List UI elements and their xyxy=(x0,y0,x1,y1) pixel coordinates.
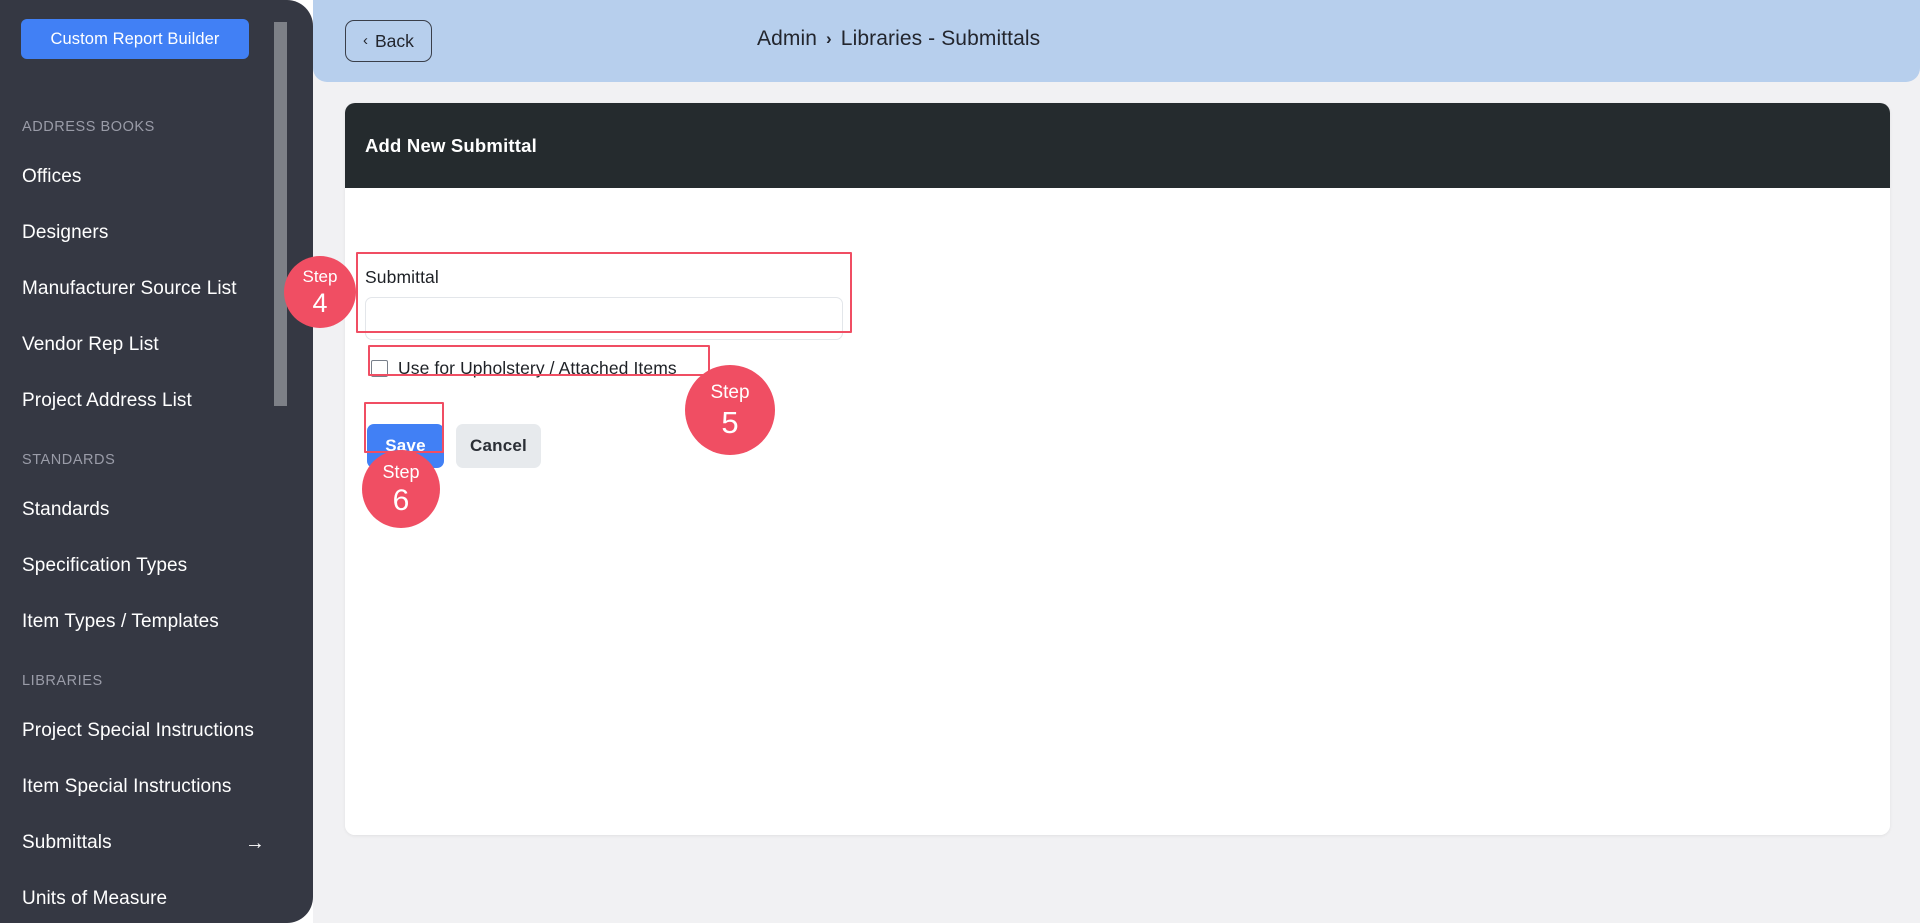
card-header: Add New Submittal xyxy=(345,103,1890,188)
sidebar-scrollbar-thumb[interactable] xyxy=(274,22,287,406)
sidebar-scrollbar-track[interactable] xyxy=(274,0,300,923)
sidebar-section-address-books: ADDRESS BOOKS xyxy=(22,119,155,135)
step-badge-word: Step xyxy=(382,461,420,482)
sidebar-item-vendor-rep-list[interactable]: Vendor Rep List xyxy=(0,317,313,373)
upholstery-checkbox-row[interactable]: Use for Upholstery / Attached Items xyxy=(365,354,683,382)
sidebar-nav: ADDRESS BOOKS Offices Designers Manufact… xyxy=(0,96,313,923)
sidebar-item-label: Submittals xyxy=(22,832,112,853)
sidebar-section-standards: STANDARDS xyxy=(22,452,116,468)
sidebar-item-submittals[interactable]: Submittals → xyxy=(0,815,313,871)
breadcrumb-root[interactable]: Admin xyxy=(757,27,817,51)
step-badge-word: Step xyxy=(302,266,338,286)
sidebar: Custom Report Builder ADDRESS BOOKS Offi… xyxy=(0,0,313,923)
back-button[interactable]: ‹ Back xyxy=(345,20,432,62)
sidebar-content: Custom Report Builder ADDRESS BOOKS Offi… xyxy=(0,0,313,923)
sidebar-item-label: Item Special Instructions xyxy=(22,776,232,797)
add-new-submittal-card: Add New Submittal Submittal Use for Upho… xyxy=(345,103,1890,835)
sidebar-item-project-address-list[interactable]: Project Address List xyxy=(0,373,313,429)
sidebar-item-project-special-instructions[interactable]: Project Special Instructions xyxy=(0,703,313,759)
sidebar-item-label: Specification Types xyxy=(22,555,188,576)
back-button-label: Back xyxy=(375,30,414,51)
sidebar-item-label: Standards xyxy=(22,499,110,520)
sidebar-item-label: Project Special Instructions xyxy=(22,720,254,741)
sidebar-item-specification-types[interactable]: Specification Types xyxy=(0,538,313,594)
sidebar-item-manufacturer-source-list[interactable]: Manufacturer Source List xyxy=(0,261,313,317)
step-badge-number: 5 xyxy=(721,404,739,440)
card-title: Add New Submittal xyxy=(365,134,537,156)
sidebar-item-units-of-measure[interactable]: Units of Measure xyxy=(0,871,313,923)
sidebar-item-item-types-templates[interactable]: Item Types / Templates xyxy=(0,594,313,650)
breadcrumb: Admin › Libraries - Submittals xyxy=(757,27,1040,51)
sidebar-item-standards[interactable]: Standards xyxy=(0,482,313,538)
sidebar-item-label: Offices xyxy=(22,166,82,187)
submittal-input[interactable] xyxy=(365,297,843,340)
step-badge-word: Step xyxy=(710,381,750,403)
custom-report-builder-button[interactable]: Custom Report Builder xyxy=(21,19,249,59)
app-root: Custom Report Builder ADDRESS BOOKS Offi… xyxy=(0,0,1920,923)
topbar: ‹ Back Admin › Libraries - Submittals xyxy=(313,0,1920,82)
upholstery-checkbox[interactable] xyxy=(371,359,388,377)
sidebar-item-item-special-instructions[interactable]: Item Special Instructions xyxy=(0,759,313,815)
sidebar-item-label: Project Address List xyxy=(22,390,192,411)
sidebar-item-label: Manufacturer Source List xyxy=(22,278,237,299)
sidebar-item-designers[interactable]: Designers xyxy=(0,205,313,261)
arrow-right-icon: → xyxy=(244,832,265,854)
sidebar-section-libraries: LIBRARIES xyxy=(22,673,103,689)
step-badge-5: Step 5 xyxy=(685,365,775,455)
sidebar-item-label: Vendor Rep List xyxy=(22,334,159,355)
sidebar-item-label: Designers xyxy=(22,222,109,243)
cancel-button[interactable]: Cancel xyxy=(456,424,541,468)
step-badge-4: Step 4 xyxy=(284,256,356,328)
breadcrumb-separator-icon: › xyxy=(826,29,832,48)
sidebar-item-offices[interactable]: Offices xyxy=(0,149,313,205)
breadcrumb-current: Libraries - Submittals xyxy=(840,27,1041,50)
step-badge-number: 6 xyxy=(392,483,410,517)
sidebar-item-label: Item Types / Templates xyxy=(22,611,219,632)
card-body: Submittal Use for Upholstery / Attached … xyxy=(345,188,1890,835)
main-content: ‹ Back Admin › Libraries - Submittals Ad… xyxy=(313,0,1920,923)
step-badge-6: Step 6 xyxy=(362,450,440,528)
sidebar-item-label: Units of Measure xyxy=(22,888,168,909)
step-badge-number: 4 xyxy=(312,287,328,318)
submittal-field-group: Submittal xyxy=(356,262,852,343)
upholstery-checkbox-label: Use for Upholstery / Attached Items xyxy=(398,357,677,378)
chevron-left-icon: ‹ xyxy=(363,32,368,49)
submittal-label: Submittal xyxy=(365,267,439,287)
